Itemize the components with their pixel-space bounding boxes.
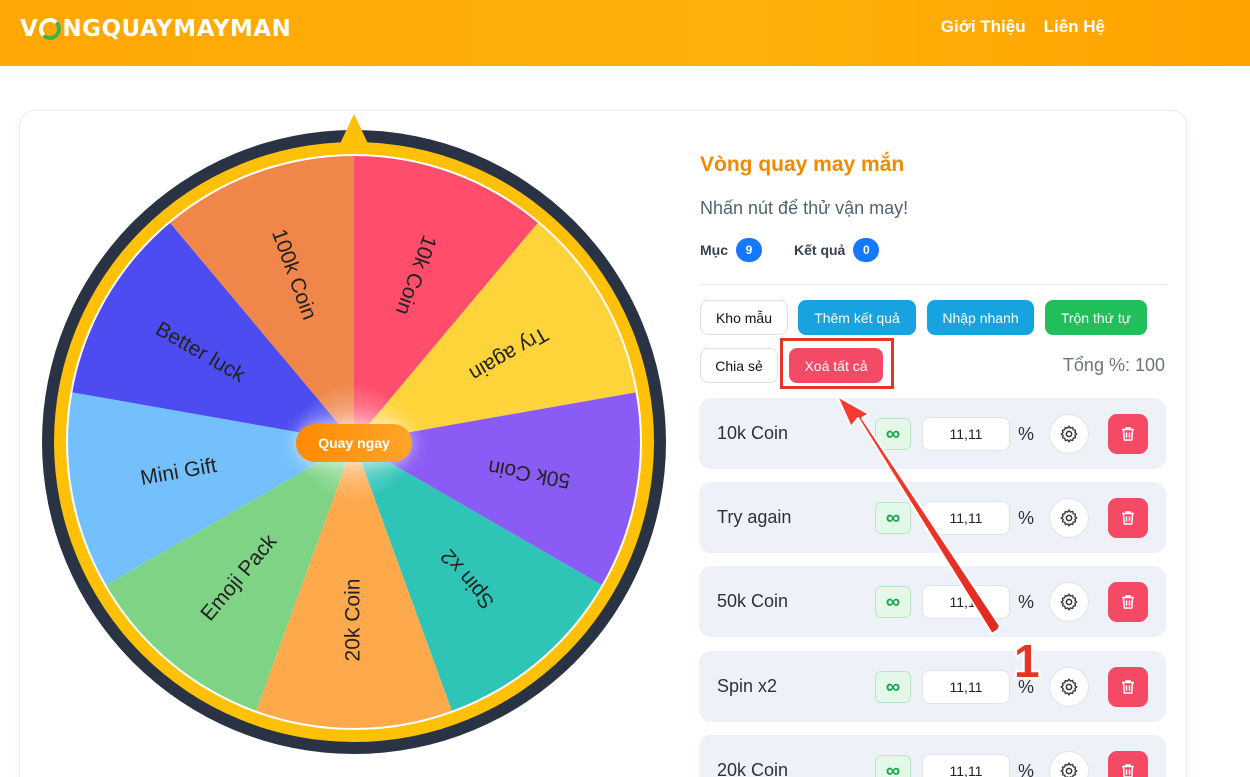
main-nav: Giới Thiệu Liên Hệ xyxy=(941,17,1105,37)
delete-button[interactable] xyxy=(1108,498,1148,538)
delete-button[interactable] xyxy=(1108,582,1148,622)
infinity-toggle-button[interactable]: ∞ xyxy=(875,418,911,450)
logo-wheel-icon xyxy=(39,18,62,40)
trash-icon xyxy=(1122,511,1134,525)
result-row: 20k Coin ∞ 11,11 % xyxy=(699,735,1166,777)
items-stat: Mục 9 xyxy=(700,238,762,262)
settings-button[interactable] xyxy=(1049,582,1089,622)
gear-icon xyxy=(1060,509,1078,527)
results-label: Kết quả xyxy=(794,242,846,258)
site-logo[interactable]: V NGQUAYMAYMAN xyxy=(20,14,291,44)
result-row: Try again ∞ 11,11 % xyxy=(699,482,1166,553)
delete-button[interactable] xyxy=(1108,751,1148,777)
panel-divider xyxy=(700,284,1166,285)
panel-title: Vòng quay may mắn xyxy=(700,153,905,176)
delete-button[interactable] xyxy=(1108,414,1148,454)
quick-input-button[interactable]: Nhập nhanh xyxy=(927,300,1034,335)
stats-bar: Mục 9 Kết quả 0 xyxy=(700,238,911,262)
infinity-toggle-button[interactable]: ∞ xyxy=(875,586,911,618)
result-row: 50k Coin ∞ 11,11 % xyxy=(699,566,1166,637)
spin-wheel[interactable]: 10k Coin Try again 50k Coin Spin x2 20k Coin… xyxy=(42,112,666,764)
logo-text-end: NGQUAYMAYMAN xyxy=(62,16,292,42)
delete-button[interactable] xyxy=(1108,667,1148,707)
wheel-segment-label: 20k Coin xyxy=(342,579,365,662)
trash-icon xyxy=(1122,427,1134,441)
percent-symbol: % xyxy=(1018,761,1035,777)
trash-icon xyxy=(1122,764,1134,777)
nav-link-about[interactable]: Giới Thiệu xyxy=(941,17,1026,37)
result-row: Spin x2 ∞ 11,11 % xyxy=(699,651,1166,722)
result-name[interactable]: 20k Coin xyxy=(717,760,788,777)
result-name[interactable]: 10k Coin xyxy=(717,423,788,444)
trash-icon xyxy=(1122,595,1134,609)
gear-icon xyxy=(1060,678,1078,696)
percent-symbol: % xyxy=(1018,677,1035,697)
result-name[interactable]: Spin x2 xyxy=(717,676,777,697)
gear-icon xyxy=(1060,425,1078,443)
infinity-toggle-button[interactable]: ∞ xyxy=(875,502,911,534)
logo-text-start: V xyxy=(20,16,39,42)
percent-input[interactable]: 11,11 xyxy=(922,754,1010,777)
spin-button[interactable]: Quay ngay xyxy=(296,424,412,462)
percent-symbol: % xyxy=(1018,424,1035,444)
result-name[interactable]: Try again xyxy=(717,507,791,528)
settings-button[interactable] xyxy=(1049,498,1089,538)
percent-input[interactable]: 11,11 xyxy=(922,501,1010,535)
infinity-toggle-button[interactable]: ∞ xyxy=(875,755,911,777)
items-label: Mục xyxy=(700,242,728,258)
panel-subtitle: Nhấn nút để thử vận may! xyxy=(700,198,909,218)
nav-link-contact[interactable]: Liên Hệ xyxy=(1044,17,1105,37)
results-stat: Kết quả 0 xyxy=(794,238,880,262)
total-percent: Tổng %: 100 xyxy=(1062,355,1165,375)
shuffle-button[interactable]: Trộn thứ tự xyxy=(1045,300,1147,335)
infinity-toggle-button[interactable]: ∞ xyxy=(875,671,911,703)
result-row: 10k Coin ∞ 11,11 % xyxy=(699,398,1166,469)
items-count-badge: 9 xyxy=(736,238,762,262)
percent-input[interactable]: 11,11 xyxy=(922,670,1010,704)
results-count-badge: 0 xyxy=(853,238,880,262)
settings-button[interactable] xyxy=(1049,667,1089,707)
top-bar: V NGQUAYMAYMAN Giới Thiệu Liên Hệ xyxy=(0,0,1250,66)
templates-button[interactable]: Kho mẫu xyxy=(700,300,788,335)
trash-icon xyxy=(1122,680,1134,694)
percent-symbol: % xyxy=(1018,592,1035,612)
annotation-highlight-box xyxy=(780,338,894,389)
gear-icon xyxy=(1060,762,1078,777)
percent-symbol: % xyxy=(1018,508,1035,528)
share-button[interactable]: Chia sẻ xyxy=(700,348,778,383)
gear-icon xyxy=(1060,593,1078,611)
settings-button[interactable] xyxy=(1049,751,1089,777)
result-name[interactable]: 50k Coin xyxy=(717,591,788,612)
percent-input[interactable]: 11,11 xyxy=(922,417,1010,451)
add-result-button[interactable]: Thêm kết quả xyxy=(798,300,916,335)
percent-input[interactable]: 11,11 xyxy=(922,585,1010,619)
settings-button[interactable] xyxy=(1049,414,1089,454)
